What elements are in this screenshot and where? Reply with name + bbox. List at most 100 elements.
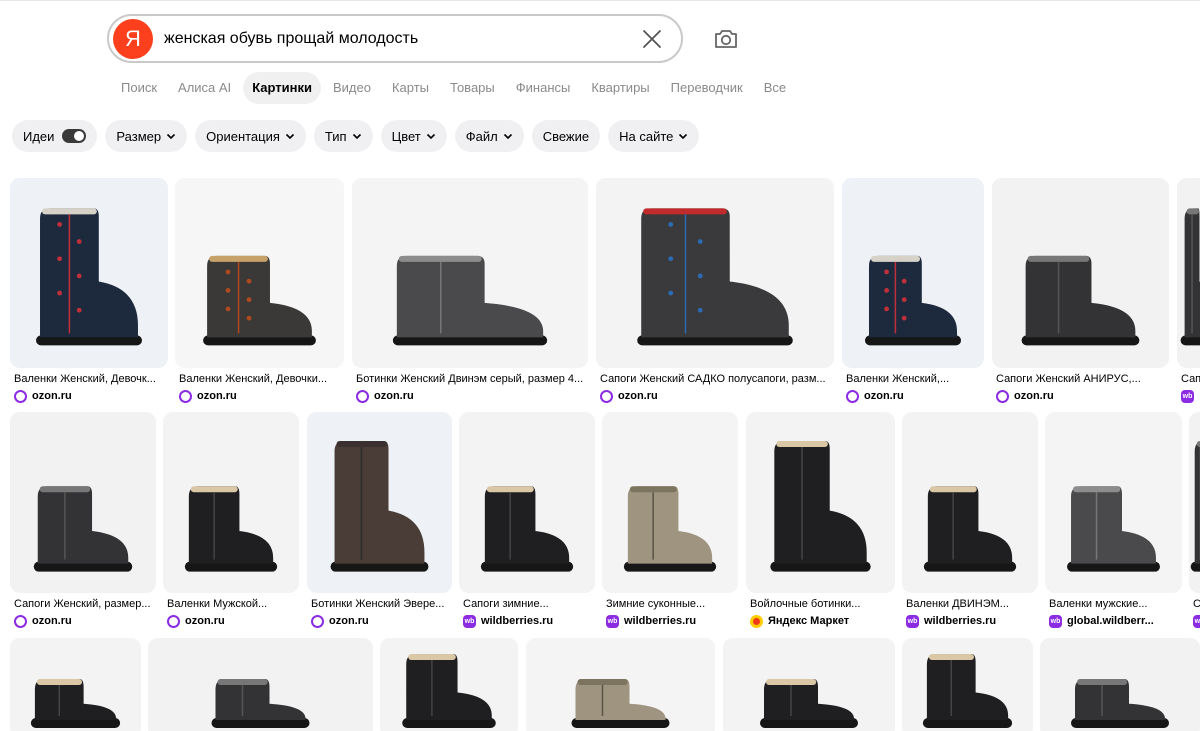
filter-chip-1[interactable]: Размер <box>105 120 188 152</box>
result-thumbnail[interactable] <box>10 638 141 731</box>
result-thumbnail[interactable] <box>746 412 895 593</box>
filter-chip-0[interactable]: Идеи <box>12 120 98 152</box>
image-result-card[interactable]: Сапоги Женский АНИРУС,... ozon.ru <box>992 178 1169 403</box>
result-thumbnail[interactable] <box>307 412 452 593</box>
result-thumbnail[interactable] <box>163 412 299 593</box>
result-source[interactable]: Яндекс Маркет <box>746 614 895 628</box>
filter-chip-6[interactable]: Свежие <box>531 120 601 152</box>
search-box[interactable]: Я женская обувь прощай молодость <box>107 14 683 63</box>
filter-chip-3[interactable]: Тип <box>313 120 373 152</box>
tab-9[interactable]: Все <box>755 72 795 104</box>
result-title[interactable]: Сапоги зимние... <box>459 598 595 611</box>
tab-8[interactable]: Переводчик <box>662 72 752 104</box>
image-result-card[interactable] <box>380 638 518 731</box>
result-thumbnail[interactable] <box>148 638 373 731</box>
filter-chip-2[interactable]: Ориентация <box>195 120 306 152</box>
result-source[interactable]: wb <box>1177 389 1200 403</box>
ideas-toggle[interactable] <box>62 129 87 143</box>
filter-chip-7[interactable]: На сайте <box>608 120 700 152</box>
result-thumbnail[interactable] <box>1040 638 1200 731</box>
result-thumbnail[interactable] <box>352 178 588 368</box>
result-thumbnail[interactable] <box>596 178 834 368</box>
tab-3[interactable]: Видео <box>324 72 380 104</box>
result-thumbnail[interactable] <box>902 638 1033 731</box>
image-result-card[interactable]: Валенки мужские... wb global.wildberr... <box>1045 412 1182 628</box>
result-title[interactable]: С <box>1189 598 1200 611</box>
image-result-card[interactable]: Валенки Женский,... ozon.ru <box>842 178 984 403</box>
result-source[interactable]: ozon.ru <box>163 614 299 628</box>
result-thumbnail[interactable] <box>723 638 895 731</box>
result-title[interactable]: Валенки Женский,... <box>842 373 984 386</box>
image-result-card[interactable]: Сапоги Женский, размер... ozon.ru <box>10 412 156 628</box>
tab-1[interactable]: Алиса AI <box>169 72 240 104</box>
result-thumbnail[interactable] <box>1189 412 1200 593</box>
image-result-card[interactable]: Сап wb <box>1177 178 1200 403</box>
result-title[interactable]: Валенки мужские... <box>1045 598 1182 611</box>
image-result-card[interactable] <box>10 638 141 731</box>
search-input[interactable]: женская обувь прощай молодость <box>164 30 418 48</box>
result-title[interactable]: Сапоги Женский, размер... <box>10 598 156 611</box>
image-result-card[interactable]: Валенки Женский, Девочк... ozon.ru <box>10 178 168 403</box>
clear-search-button[interactable] <box>641 28 663 50</box>
result-title[interactable]: Сапоги Женский АНИРУС,... <box>992 373 1169 386</box>
result-source[interactable]: wb <box>1189 614 1200 628</box>
image-result-card[interactable]: Сапоги Женский САДКО полусапоги, разм...… <box>596 178 834 403</box>
result-thumbnail[interactable] <box>526 638 715 731</box>
result-thumbnail[interactable] <box>459 412 595 593</box>
result-source[interactable]: wb wildberries.ru <box>902 614 1038 628</box>
result-thumbnail[interactable] <box>10 412 156 593</box>
result-thumbnail[interactable] <box>10 178 168 368</box>
result-source[interactable]: ozon.ru <box>596 389 834 403</box>
result-title[interactable]: Войлочные ботинки... <box>746 598 895 611</box>
result-source[interactable]: wb global.wildberr... <box>1045 614 1182 628</box>
result-thumbnail[interactable] <box>175 178 344 368</box>
result-title[interactable]: Ботинки Женский Эвере... <box>307 598 452 611</box>
result-title[interactable]: Ботинки Женский Двинэм серый, размер 4..… <box>352 373 588 386</box>
result-title[interactable]: Валенки Женский, Девочки... <box>175 373 344 386</box>
image-result-card[interactable]: Валенки Женский, Девочки... ozon.ru <box>175 178 344 403</box>
result-source[interactable]: ozon.ru <box>992 389 1169 403</box>
result-thumbnail[interactable] <box>1045 412 1182 593</box>
result-source[interactable]: ozon.ru <box>10 614 156 628</box>
tab-4[interactable]: Карты <box>383 72 438 104</box>
image-result-card[interactable]: Валенки Мужской... ozon.ru <box>163 412 299 628</box>
image-result-card[interactable]: Сапоги зимние... wb wildberries.ru <box>459 412 595 628</box>
result-source[interactable]: wb wildberries.ru <box>459 614 595 628</box>
image-result-card[interactable]: Ботинки Женский Двинэм серый, размер 4..… <box>352 178 588 403</box>
result-title[interactable]: Сапоги Женский САДКО полусапоги, разм... <box>596 373 834 386</box>
tab-5[interactable]: Товары <box>441 72 504 104</box>
image-result-card[interactable] <box>526 638 715 731</box>
result-thumbnail[interactable] <box>902 412 1038 593</box>
result-source[interactable]: ozon.ru <box>352 389 588 403</box>
image-result-card[interactable]: Ботинки Женский Эвере... ozon.ru <box>307 412 452 628</box>
result-title[interactable]: Валенки Женский, Девочк... <box>10 373 168 386</box>
image-result-card[interactable] <box>1040 638 1200 731</box>
yandex-logo[interactable]: Я <box>113 19 153 59</box>
result-title[interactable]: Сап <box>1177 373 1200 386</box>
filter-chip-4[interactable]: Цвет <box>380 120 447 152</box>
tab-6[interactable]: Финансы <box>507 72 580 104</box>
image-search-button[interactable] <box>713 27 739 51</box>
result-thumbnail[interactable] <box>602 412 738 593</box>
image-result-card[interactable] <box>902 638 1033 731</box>
result-title[interactable]: Зимние суконные... <box>602 598 738 611</box>
tab-7[interactable]: Квартиры <box>582 72 658 104</box>
result-source[interactable]: ozon.ru <box>10 389 168 403</box>
result-thumbnail[interactable] <box>842 178 984 368</box>
image-result-card[interactable]: Войлочные ботинки... Яндекс Маркет <box>746 412 895 628</box>
result-title[interactable]: Валенки Мужской... <box>163 598 299 611</box>
tab-0[interactable]: Поиск <box>112 72 166 104</box>
result-thumbnail[interactable] <box>380 638 518 731</box>
image-result-card[interactable]: Валенки ДВИНЭМ... wb wildberries.ru <box>902 412 1038 628</box>
result-title[interactable]: Валенки ДВИНЭМ... <box>902 598 1038 611</box>
image-result-card[interactable] <box>148 638 373 731</box>
result-source[interactable]: ozon.ru <box>842 389 984 403</box>
filter-chip-5[interactable]: Файл <box>454 120 524 152</box>
image-result-card[interactable]: Сwb <box>1189 412 1200 628</box>
image-result-card[interactable]: Зимние суконные... wb wildberries.ru <box>602 412 738 628</box>
result-thumbnail[interactable] <box>1177 178 1200 368</box>
result-source[interactable]: wb wildberries.ru <box>602 614 738 628</box>
result-source[interactable]: ozon.ru <box>307 614 452 628</box>
image-result-card[interactable] <box>723 638 895 731</box>
result-thumbnail[interactable] <box>992 178 1169 368</box>
